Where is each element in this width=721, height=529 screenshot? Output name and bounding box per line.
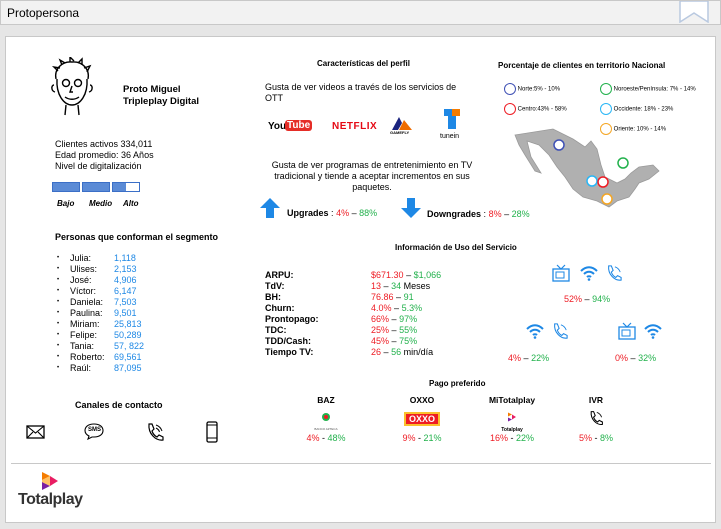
region-legend-item: Occidente: 18% - 23% xyxy=(600,103,673,115)
active-clients: Clientes activos 334,011 xyxy=(55,139,153,149)
payment-title: Pago preferido xyxy=(429,379,486,388)
digital-level-segment xyxy=(52,182,80,192)
upgrade-arrow-icon xyxy=(260,198,280,218)
usage-metrics: ARPU: $671.30 – $1,066 TdV: 13 – 34 Meses B… xyxy=(265,270,465,358)
tv-icon xyxy=(618,322,636,340)
downgrades-stat: Downgrades : 8% – 28% xyxy=(427,209,530,219)
youtube-logo: You Tube xyxy=(268,120,313,132)
list-item: • Víctor: 6,147 xyxy=(57,286,137,296)
digital-level-meter xyxy=(52,182,144,192)
totalplay-logo: Totalplay xyxy=(18,471,90,517)
list-item: • Tania: 57, 822 xyxy=(57,341,145,351)
triple-play-stat: 52% – 94% xyxy=(564,294,611,304)
bookmark-icon[interactable] xyxy=(679,1,709,23)
usage-metric-row: TDC: 25% – 55% xyxy=(265,325,418,335)
list-item: • Raúl: 87,095 xyxy=(57,363,142,373)
gamefly-logo: GAMEFLY xyxy=(390,115,414,137)
list-item: • Roberto: 69,561 xyxy=(57,352,142,362)
persona-name-line2: Tripleplay Digital xyxy=(123,96,200,107)
contact-title: Canales de contacto xyxy=(75,400,163,410)
envelope-icon[interactable] xyxy=(26,424,46,440)
usage-title: Información de Uso del Servicio xyxy=(395,243,517,252)
list-item: • Daniela: 7,503 xyxy=(57,297,137,307)
usage-metric-row: TdV: 13 – 34 Meses xyxy=(265,281,431,291)
segment-title: Personas que conforman el segmento xyxy=(55,232,219,242)
tv-icon xyxy=(552,264,570,282)
ott-text: Gusta de ver videos a través de los serv… xyxy=(265,82,457,103)
list-item: • Paulina: 9,501 xyxy=(57,308,137,318)
wifi-icon xyxy=(526,324,544,339)
internet-phone-icons xyxy=(526,322,572,342)
usage-metric-row: TDD/Cash: 45% – 75% xyxy=(265,336,418,346)
digital-level-segment xyxy=(82,182,110,192)
payment-method: BAZ BANCO AZTECA 4% - 48% xyxy=(306,395,346,443)
footer-divider xyxy=(11,463,711,464)
upgrades-stat: Upgrades : 4% – 88% xyxy=(287,208,378,218)
totalplay-play-icon xyxy=(42,472,58,490)
average-age: Edad promedio: 36 Años xyxy=(55,150,154,160)
phone-icon xyxy=(608,265,622,281)
scale-high: Alto xyxy=(123,199,139,208)
region-legend-item: Noroeste/Península: 7% - 14% xyxy=(600,83,696,95)
persona-name: Proto Miguel Tripleplay Digital xyxy=(123,84,199,108)
scale-low: Bajo xyxy=(57,199,75,208)
tv-internet-stat: 0% – 32% xyxy=(615,353,657,363)
list-item: • Ulises: 2,153 xyxy=(57,264,137,274)
payment-methods: BAZ BANCO AZTECA 4% - 48% OXXO OXXO 9% - 21% M… xyxy=(296,395,626,455)
payment-method: IVR 5% - 8% xyxy=(578,395,614,443)
mobile-icon[interactable] xyxy=(206,421,218,443)
digital-level-segment xyxy=(112,182,140,192)
phone-icon xyxy=(554,323,568,339)
profile-title: Características del perfil xyxy=(317,59,410,68)
mexico-map xyxy=(514,128,660,208)
persona-stats: Clientes activos 334,011 Edad promedio: … xyxy=(55,139,154,172)
payment-method: OXXO OXXO 9% - 21% xyxy=(402,395,442,443)
protopersona-panel: Proto Miguel Tripleplay Digital Clientes… xyxy=(5,36,716,523)
digital-level-label: Nivel de digitalización xyxy=(55,161,142,171)
persona-avatar-icon xyxy=(51,57,93,116)
segment-people-list: • Julia: 1,118 • Ulises: 2,153 • José: 4,906 • Víc… xyxy=(57,253,177,374)
tv-text: Gusta de ver programas de entretenimient… xyxy=(271,160,473,192)
list-item: • Julia: 1,118 xyxy=(57,253,136,263)
title-bar: Protopersona xyxy=(0,0,721,25)
netflix-logo: NETFLIX xyxy=(332,121,378,132)
territory-title: Porcentaje de clientes en territorio Nac… xyxy=(498,61,666,70)
wifi-icon xyxy=(580,266,598,281)
internet-phone-stat: 4% – 22% xyxy=(508,353,550,363)
usage-metric-row: Prontopago: 66% – 97% xyxy=(265,314,418,324)
scale-mid: Medio xyxy=(89,199,113,208)
list-item: • Felipe: 50,289 xyxy=(57,330,142,340)
triple-play-icons xyxy=(552,264,628,284)
window-title: Protopersona xyxy=(7,6,80,20)
list-item: • Miriam: 25,813 xyxy=(57,319,142,329)
usage-metric-row: Tiempo TV: 26 – 56 min/día xyxy=(265,347,434,357)
usage-metric-row: Churn: 4.0% – 5.3% xyxy=(265,303,423,313)
persona-name-line1: Proto Miguel xyxy=(123,84,181,95)
payment-method: MiTotalplay Totalplay 16% - 22% xyxy=(488,395,536,443)
list-item: • José: 4,906 xyxy=(57,275,137,285)
sms-icon[interactable]: SMS xyxy=(84,423,104,440)
region-legend-item: Norte:5% - 10% xyxy=(504,83,560,95)
phone-icon[interactable] xyxy=(146,422,164,442)
usage-metric-row: ARPU: $671.30 – $1,066 xyxy=(265,270,442,280)
tunein-logo: tunein xyxy=(437,109,467,143)
region-legend-item: Centro:43% - 58% xyxy=(504,103,567,115)
usage-metric-row: BH: 76.86 – 91 xyxy=(265,292,414,302)
downgrade-arrow-icon xyxy=(401,198,421,218)
wifi-icon xyxy=(644,324,662,339)
tv-internet-icons xyxy=(618,322,664,342)
